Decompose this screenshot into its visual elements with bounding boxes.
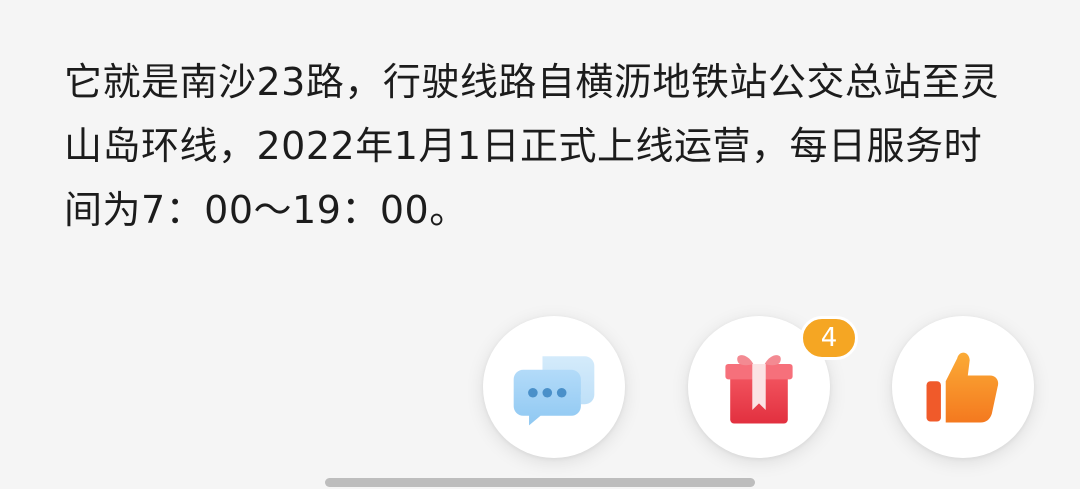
gift-box-icon [725,355,793,424]
like-button[interactable] [892,316,1034,458]
chat-bubbles-icon [513,356,595,426]
post-text: 它就是南沙23路，行驶线路自横沥地铁站公交总站至灵山岛环线，2022年1月1日正… [64,60,999,232]
comment-button[interactable] [483,316,625,458]
thumbs-up-icon [926,352,999,423]
gift-count-badge: 4 [800,316,858,360]
home-indicator[interactable] [325,478,755,487]
